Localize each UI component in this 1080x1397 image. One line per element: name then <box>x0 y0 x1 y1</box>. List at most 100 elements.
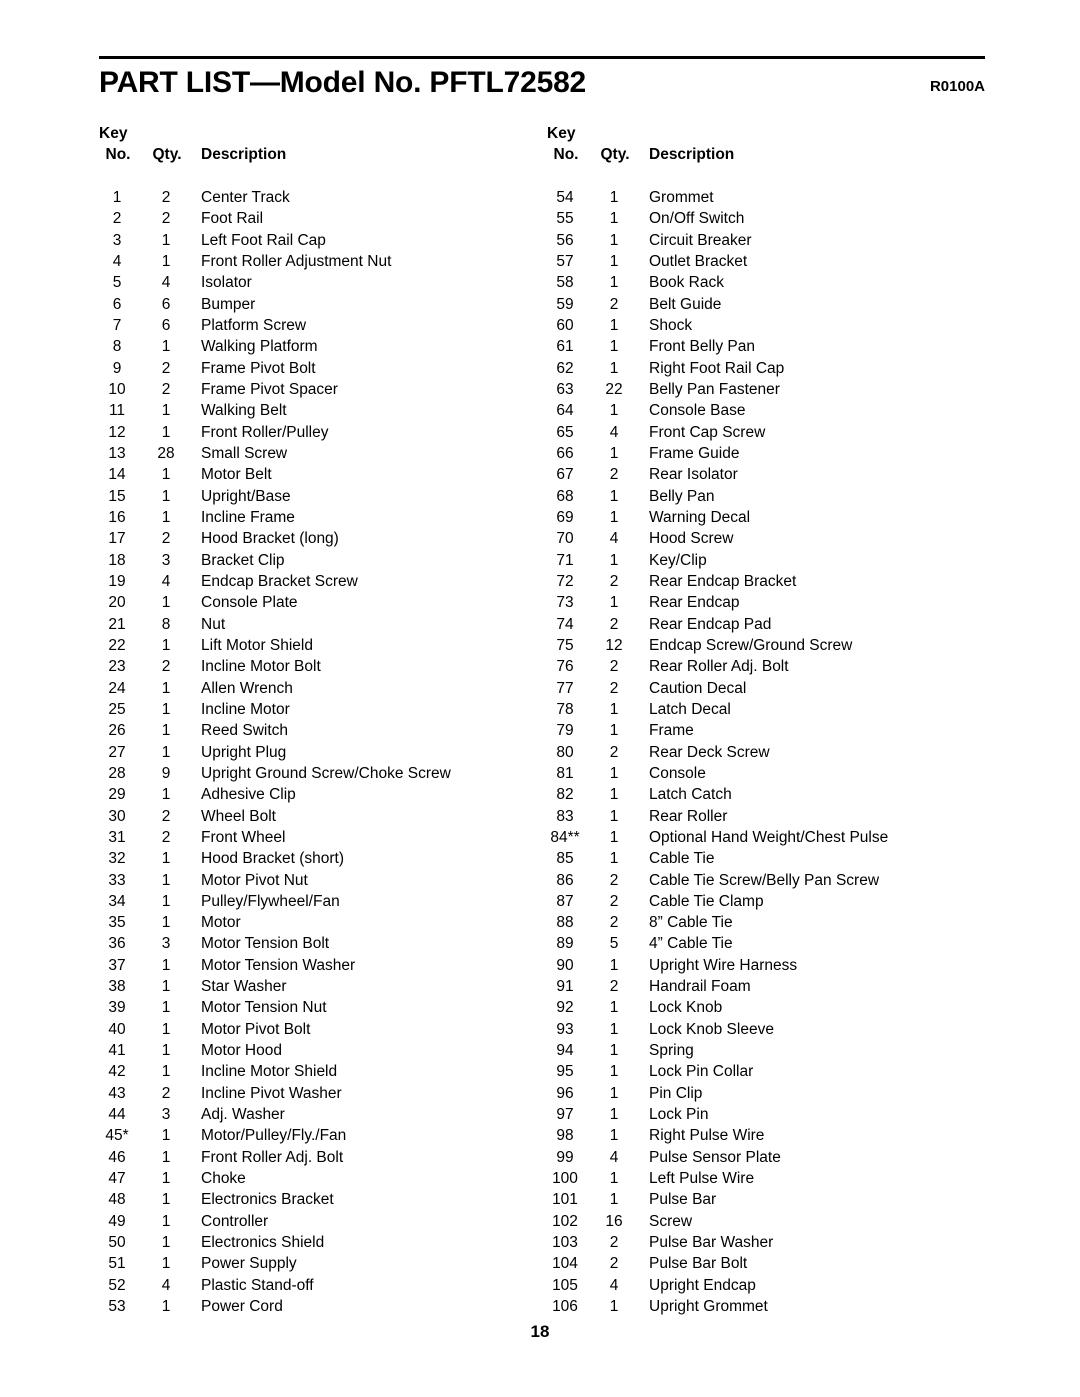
part-description: Shock <box>649 316 693 334</box>
part-quantity: 1 <box>161 850 171 868</box>
part-key-number: 84** <box>550 828 580 846</box>
table-row: 72 2 Rear Endcap Bracket <box>543 573 1013 594</box>
part-key-number: 54 <box>556 189 574 206</box>
part-quantity: 6 <box>161 316 171 334</box>
part-key-number: 102 <box>552 1212 578 1230</box>
part-description: Latch Decal <box>649 700 731 718</box>
part-key-number: 23 <box>108 658 126 676</box>
part-quantity: 1 <box>161 999 171 1017</box>
part-key-number: 68 <box>556 487 574 505</box>
table-row: 4 1 Front Roller Adjustment Nut <box>95 253 565 274</box>
table-row: 103 2 Pulse Bar Washer <box>543 1234 1013 1255</box>
table-row: 47 1 Choke <box>95 1170 565 1191</box>
table-row: 55 1 On/Off Switch <box>543 210 1013 231</box>
part-key-number: 83 <box>556 807 574 825</box>
part-quantity: 1 <box>609 231 619 249</box>
table-row: 98 1 Right Pulse Wire <box>543 1127 1013 1148</box>
table-row: 59 2 Belt Guide <box>543 296 1013 317</box>
part-key-number: 43 <box>108 1084 126 1102</box>
part-description: Bracket Clip <box>201 551 285 569</box>
part-quantity: 2 <box>609 743 619 761</box>
part-quantity: 1 <box>161 1191 171 1209</box>
part-key-number: 97 <box>556 1106 574 1124</box>
part-quantity: 4 <box>609 1148 619 1166</box>
table-row: 79 1 Frame <box>543 722 1013 743</box>
part-key-number: 53 <box>108 1298 126 1316</box>
part-description: Motor/Pulley/Fly./Fan <box>201 1127 347 1145</box>
table-row: 2 2 Foot Rail <box>95 210 565 231</box>
table-row: 90 1 Upright Wire Harness <box>543 957 1013 978</box>
part-key-number: 45* <box>105 1127 129 1145</box>
part-key-number: 89 <box>556 935 574 953</box>
part-description: Upright Grommet <box>649 1298 768 1316</box>
part-description: Rear Roller Adj. Bolt <box>649 658 789 676</box>
column-header-right: Key No. Qty. Description <box>543 125 1013 185</box>
part-key-number: 22 <box>108 636 126 654</box>
table-row: 22 1 Lift Motor Shield <box>95 637 565 658</box>
table-row: 78 1 Latch Decal <box>543 701 1013 722</box>
part-key-number: 9 <box>112 359 122 377</box>
page-number: 18 <box>530 1322 550 1341</box>
part-rows-right: 54 1 Grommet 55 1 On/Off Switch 56 1 Circuit Bre… <box>543 189 1013 1319</box>
table-row: 56 1 Circuit Breaker <box>543 232 1013 253</box>
part-key-number: 58 <box>556 274 574 292</box>
part-quantity: 2 <box>609 679 619 697</box>
part-quantity: 1 <box>161 231 171 249</box>
part-description: Motor <box>201 914 241 932</box>
part-key-number: 66 <box>556 444 574 462</box>
header-key-label: Key <box>547 125 576 142</box>
header-description-label: Description <box>649 146 735 163</box>
part-key-number: 59 <box>556 295 574 313</box>
part-description: Spring <box>649 1042 694 1060</box>
part-description: Console Base <box>649 402 746 420</box>
part-description: Caution Decal <box>649 679 747 697</box>
part-key-number: 67 <box>556 466 574 484</box>
table-row: 27 1 Upright Plug <box>95 744 565 765</box>
part-description: Pulse Sensor Plate <box>649 1148 781 1166</box>
part-key-number: 82 <box>556 786 574 804</box>
part-description: Cable Tie <box>649 850 715 868</box>
part-quantity: 1 <box>609 786 619 804</box>
table-row: 28 9 Upright Ground Screw/Choke Screw <box>95 765 565 786</box>
part-quantity: 2 <box>609 295 619 313</box>
table-row: 97 1 Lock Pin <box>543 1106 1013 1127</box>
table-row: 89 5 4” Cable Tie <box>543 935 1013 956</box>
part-key-number: 75 <box>556 636 574 654</box>
part-key-number: 72 <box>556 572 574 590</box>
part-key-number: 8 <box>112 338 122 356</box>
part-description: Lock Pin Collar <box>649 1063 754 1081</box>
part-key-number: 13 <box>108 444 126 462</box>
table-row: 41 1 Motor Hood <box>95 1042 565 1063</box>
part-key-number: 39 <box>108 999 126 1017</box>
part-key-number: 78 <box>556 700 574 718</box>
table-row: 29 1 Adhesive Clip <box>95 786 565 807</box>
part-description: Hood Screw <box>649 530 734 548</box>
part-quantity: 1 <box>609 999 619 1017</box>
table-row: 17 2 Hood Bracket (long) <box>95 530 565 551</box>
table-row: 42 1 Incline Motor Shield <box>95 1063 565 1084</box>
table-row: 77 2 Caution Decal <box>543 680 1013 701</box>
table-row: 46 1 Front Roller Adj. Bolt <box>95 1149 565 1170</box>
part-description: Motor Pivot Bolt <box>201 1020 311 1038</box>
part-key-number: 85 <box>556 850 574 868</box>
part-description: Motor Belt <box>201 466 272 484</box>
part-quantity: 1 <box>161 423 171 441</box>
part-key-number: 52 <box>108 1276 126 1294</box>
table-row: 16 1 Incline Frame <box>95 509 565 530</box>
part-key-number: 48 <box>108 1191 126 1209</box>
part-key-number: 37 <box>108 956 126 974</box>
part-quantity: 2 <box>609 572 619 590</box>
part-key-number: 15 <box>108 487 126 505</box>
part-quantity: 1 <box>161 1234 171 1252</box>
part-key-number: 80 <box>556 743 574 761</box>
part-quantity: 2 <box>161 380 171 398</box>
header-key-no-label: No. <box>105 146 131 163</box>
part-quantity: 1 <box>161 956 171 974</box>
table-row: 93 1 Lock Knob Sleeve <box>543 1021 1013 1042</box>
part-key-number: 40 <box>108 1020 126 1038</box>
part-description: Right Foot Rail Cap <box>649 359 785 377</box>
table-row: 76 2 Rear Roller Adj. Bolt <box>543 658 1013 679</box>
part-quantity: 2 <box>609 1255 619 1273</box>
part-quantity: 1 <box>609 1063 619 1081</box>
table-row: 33 1 Motor Pivot Nut <box>95 872 565 893</box>
